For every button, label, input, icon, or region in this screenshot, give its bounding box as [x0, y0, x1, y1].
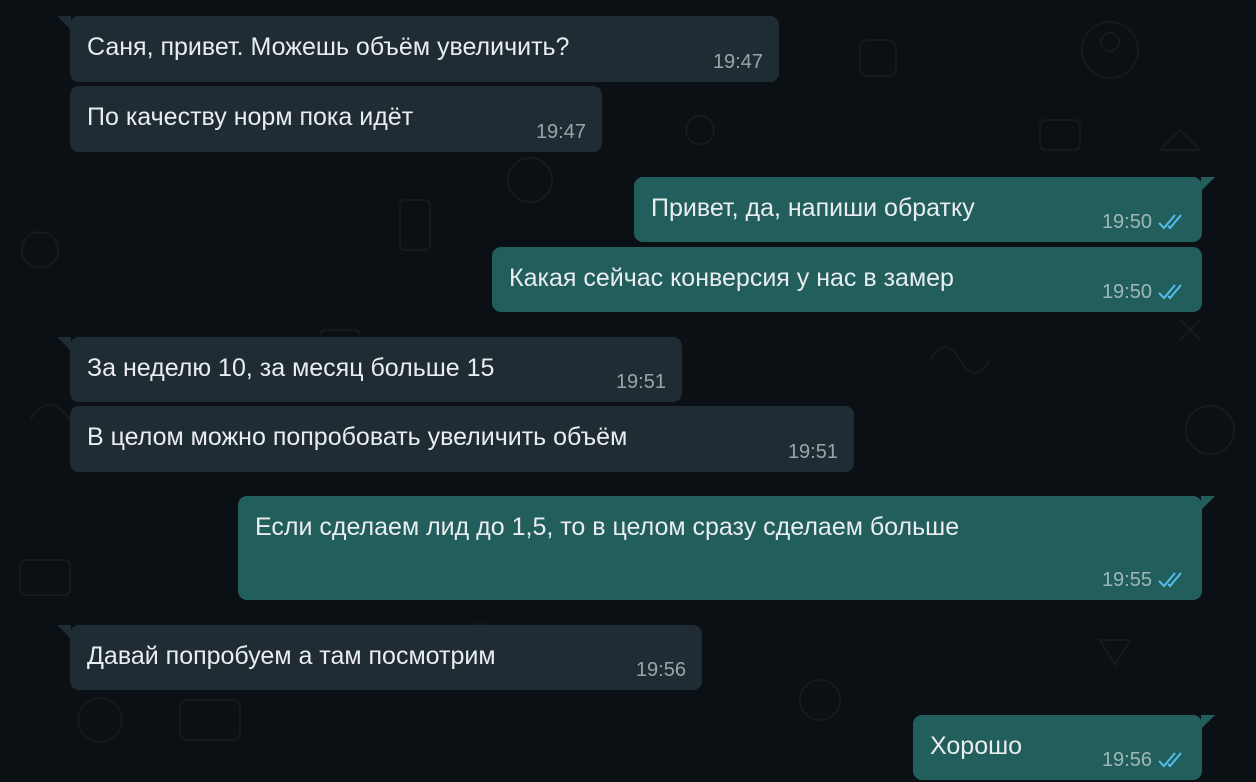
message-time: 19:50	[1101, 281, 1152, 303]
message-bubble-incoming[interactable]: В целом можно попробовать увеличить объё…	[70, 406, 854, 472]
message-time: 19:51	[615, 371, 666, 393]
message-text: Если сделаем лид до 1,5, то в целом сраз…	[255, 513, 960, 541]
read-double-check-icon	[1158, 284, 1182, 300]
message-text: Саня, привет. Можешь объём увеличить?	[87, 33, 570, 61]
message-bubble-outgoing[interactable]: Если сделаем лид до 1,5, то в целом сраз…	[238, 496, 1215, 600]
message-time: 19:56	[1101, 749, 1152, 771]
message-time: 19:47	[712, 51, 763, 73]
message-bubble-outgoing[interactable]: Привет, да, напиши обратку 19:50	[634, 177, 1215, 242]
message-bubble-incoming[interactable]: За неделю 10, за месяц больше 15 19:51	[57, 337, 682, 402]
read-double-check-icon	[1158, 214, 1182, 230]
message-time: 19:56	[635, 659, 686, 681]
message-text: В целом можно попробовать увеличить объё…	[87, 423, 628, 451]
message-list: Саня, привет. Можешь объём увеличить? 19…	[0, 0, 1256, 782]
read-double-check-icon	[1158, 752, 1182, 768]
message-text: Какая сейчас конверсия у нас в замер	[509, 264, 954, 292]
read-double-check-icon	[1158, 572, 1182, 588]
message-time: 19:50	[1101, 211, 1152, 233]
message-text: За неделю 10, за месяц больше 15	[87, 354, 495, 382]
message-text: Давай попробуем а там посмотрим	[87, 642, 496, 670]
message-bubble-outgoing[interactable]: Хорошо 19:56	[913, 715, 1215, 780]
message-bubble-incoming[interactable]: Саня, привет. Можешь объём увеличить? 19…	[57, 16, 779, 82]
message-time: 19:47	[535, 121, 586, 143]
message-time: 19:55	[1101, 569, 1152, 591]
message-bubble-outgoing[interactable]: Какая сейчас конверсия у нас в замер 19:…	[492, 247, 1202, 312]
message-bubble-incoming[interactable]: Давай попробуем а там посмотрим 19:56	[57, 625, 702, 690]
message-bubble-incoming[interactable]: По качеству норм пока идёт 19:47	[70, 86, 602, 152]
message-text: По качеству норм пока идёт	[87, 103, 414, 131]
message-time: 19:51	[787, 441, 838, 463]
